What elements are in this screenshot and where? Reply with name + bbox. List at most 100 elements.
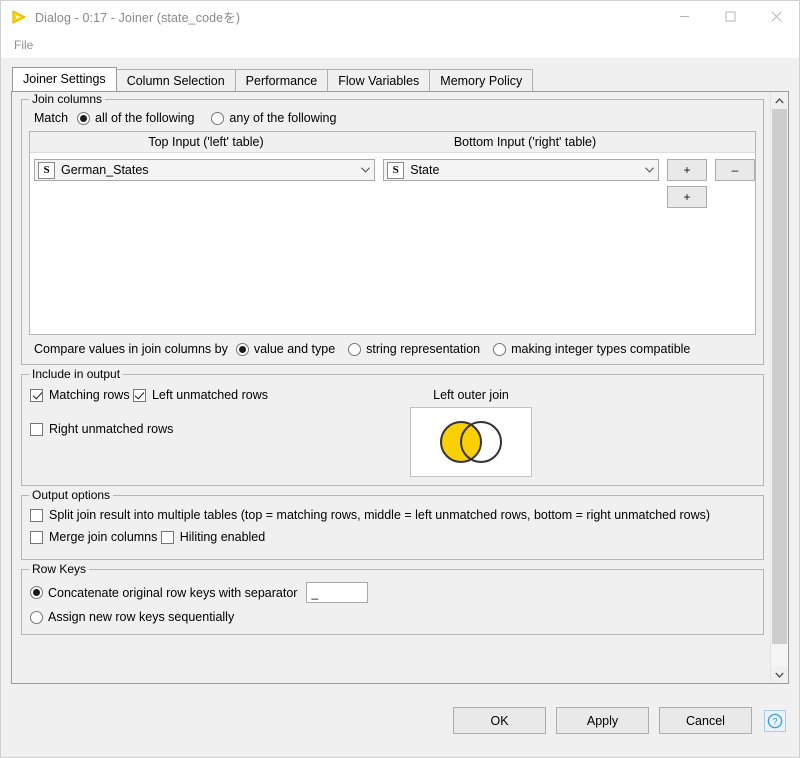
join-columns-header-row: Top Input ('left' table) Bottom Input ('… <box>30 132 755 153</box>
add-join-condition-button[interactable]: + <box>667 159 707 181</box>
join-columns-legend: Join columns <box>29 92 106 106</box>
radio-compare-value-and-type[interactable]: value and type <box>235 342 336 356</box>
window-title: Dialog - 0:17 - Joiner (state_codeを) <box>35 11 241 25</box>
vertical-scrollbar[interactable] <box>770 92 788 683</box>
dialog-footer: OK Apply Cancel ? <box>1 684 799 757</box>
maximize-button[interactable] <box>707 1 753 32</box>
tab-flow-variables[interactable]: Flow Variables <box>327 69 431 91</box>
string-type-icon-right: S <box>387 161 405 179</box>
join-row-buttons: + – + <box>667 159 755 208</box>
add-join-row-button[interactable]: + <box>667 186 707 208</box>
minimize-button[interactable] <box>661 1 707 32</box>
radio-compare-value-and-type-indicator <box>235 342 249 356</box>
radio-compare-integer-compatible-label: making integer types compatible <box>511 342 691 356</box>
header-bottom-input: Bottom Input ('right' table) <box>453 135 597 149</box>
checkbox-matching-rows[interactable]: Matching rows <box>30 388 130 402</box>
joiner-dialog-window: Dialog - 0:17 - Joiner (state_codeを) Fil… <box>0 0 800 758</box>
menu-bar: File <box>1 32 799 59</box>
checkbox-right-unmatched-rows[interactable]: Right unmatched rows <box>30 422 173 436</box>
radio-assign-new-row-keys-label: Assign new row keys sequentially <box>48 610 235 624</box>
radio-compare-integer-compatible[interactable]: making integer types compatible <box>493 342 690 356</box>
output-options-legend: Output options <box>29 488 114 502</box>
join-row-buttons-top: + – <box>667 159 755 181</box>
venn-diagram-box <box>410 407 532 477</box>
settings-scroll-content: Join columns Match all of the following … <box>12 92 770 683</box>
row-key-separator-input[interactable] <box>306 582 369 603</box>
radio-match-all-indicator <box>77 111 91 125</box>
string-type-icon-left: S <box>38 161 55 179</box>
checkbox-merge-join-columns[interactable]: Merge join columns <box>30 530 157 544</box>
checkbox-matching-rows-label: Matching rows <box>49 388 130 402</box>
chevron-down-icon-left <box>356 167 374 173</box>
header-top-input: Top Input ('left' table) <box>148 135 264 149</box>
scrollbar-thumb[interactable] <box>772 109 787 644</box>
scroll-down-arrow-icon[interactable] <box>771 666 788 683</box>
tab-joiner-settings[interactable]: Joiner Settings <box>12 67 117 91</box>
checkbox-left-unmatched-rows-label: Left unmatched rows <box>151 388 268 402</box>
tab-performance[interactable]: Performance <box>234 69 329 91</box>
cancel-button[interactable]: Cancel <box>659 707 752 734</box>
radio-compare-string-representation[interactable]: string representation <box>348 342 480 356</box>
checkbox-merge-join-columns-label: Merge join columns <box>49 530 158 544</box>
tab-strip: Joiner Settings Column Selection Perform… <box>1 59 799 91</box>
window-controls <box>661 1 799 32</box>
radio-assign-new-row-keys[interactable]: Assign new row keys sequentially <box>30 610 234 624</box>
close-button[interactable] <box>753 1 799 32</box>
checkbox-left-unmatched-rows-indicator <box>132 388 146 402</box>
join-columns-group: Join columns Match all of the following … <box>21 92 764 365</box>
include-in-output-group: Include in output Matching rows Left unm… <box>21 367 764 486</box>
left-join-column-dropdown[interactable]: S German_States <box>34 159 376 181</box>
join-type-preview: Left outer join <box>410 388 532 477</box>
checkbox-hiliting-enabled[interactable]: Hiliting enabled <box>160 530 266 544</box>
help-circle-icon: ? <box>767 713 783 728</box>
scroll-up-arrow-icon[interactable] <box>771 92 788 109</box>
title-bar: Dialog - 0:17 - Joiner (state_codeを) <box>1 1 799 32</box>
join-columns-panel: Top Input ('left' table) Bottom Input ('… <box>29 131 756 335</box>
help-button[interactable]: ? <box>764 709 786 732</box>
join-row-buttons-bottom: + <box>667 186 755 208</box>
checkbox-split-join-result-indicator <box>30 508 43 522</box>
right-join-column-value: State <box>410 163 440 177</box>
checkbox-hiliting-enabled-indicator <box>160 530 174 544</box>
checkbox-left-unmatched-rows[interactable]: Left unmatched rows <box>132 388 268 402</box>
checkbox-matching-rows-indicator <box>30 388 43 402</box>
radio-compare-string-representation-label: string representation <box>366 342 481 356</box>
remove-join-condition-button[interactable]: – <box>715 159 755 181</box>
match-label: Match <box>34 111 69 125</box>
tab-memory-policy[interactable]: Memory Policy <box>429 69 534 91</box>
row-keys-assign-row: Assign new row keys sequentially <box>30 610 755 624</box>
radio-compare-string-representation-indicator <box>348 342 362 356</box>
radio-match-all-label: all of the following <box>95 111 195 125</box>
include-in-output-legend: Include in output <box>29 367 124 381</box>
checkbox-right-unmatched-rows-label: Right unmatched rows <box>49 422 174 436</box>
radio-match-any[interactable]: any of the following <box>211 111 336 125</box>
menu-item-file[interactable]: File <box>6 35 41 55</box>
radio-match-all[interactable]: all of the following <box>77 111 194 125</box>
match-mode-row: Match all of the following any of the fo… <box>29 111 756 125</box>
venn-left-outer-join-icon <box>440 421 502 463</box>
radio-concatenate-row-keys-indicator <box>30 586 43 599</box>
right-join-column-dropdown[interactable]: S State <box>383 159 659 181</box>
ok-button[interactable]: OK <box>453 707 546 734</box>
chevron-down-icon-right <box>640 167 658 173</box>
radio-compare-integer-compatible-indicator <box>493 342 507 356</box>
radio-match-any-indicator <box>211 111 225 125</box>
settings-panel: Join columns Match all of the following … <box>11 91 789 684</box>
apply-button[interactable]: Apply <box>556 707 649 734</box>
scrollbar-track[interactable] <box>771 109 788 666</box>
radio-match-any-label: any of the following <box>229 111 337 125</box>
join-columns-row: S German_States S State + – + <box>30 153 755 208</box>
row-keys-legend: Row Keys <box>29 562 90 576</box>
compare-values-label: Compare values in join columns by <box>34 342 228 356</box>
checkbox-split-join-result-label: Split join result into multiple tables (… <box>49 508 711 522</box>
checkbox-split-join-result[interactable]: Split join result into multiple tables (… <box>30 508 710 522</box>
tab-column-selection[interactable]: Column Selection <box>115 69 236 91</box>
checkbox-merge-join-columns-indicator <box>30 530 43 544</box>
join-type-title: Left outer join <box>433 388 509 402</box>
radio-concatenate-row-keys-label: Concatenate original row keys with separ… <box>48 585 298 600</box>
radio-concatenate-row-keys[interactable]: Concatenate original row keys with separ… <box>30 586 297 600</box>
radio-compare-value-and-type-label: value and type <box>253 342 336 356</box>
left-join-column-value: German_States <box>61 163 149 177</box>
output-options-group: Output options Split join result into mu… <box>21 488 764 560</box>
checkbox-hiliting-enabled-label: Hiliting enabled <box>179 530 266 544</box>
